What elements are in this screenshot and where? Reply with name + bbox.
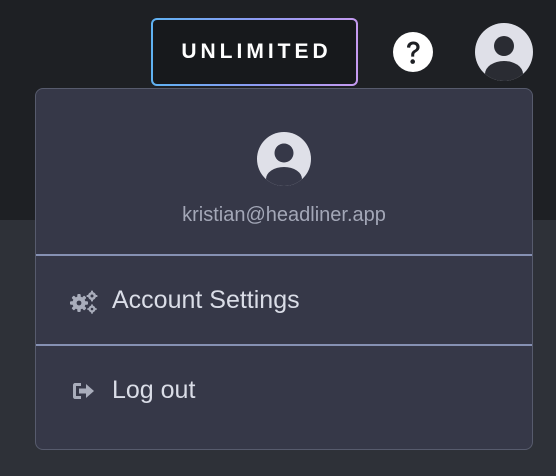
unlimited-plan-button[interactable]: UNLIMITED bbox=[151, 18, 358, 86]
help-circle-icon[interactable] bbox=[393, 32, 433, 72]
account-menu-header: kristian@headliner.app bbox=[36, 89, 532, 254]
user-avatar-icon[interactable] bbox=[474, 22, 534, 82]
gears-icon bbox=[70, 290, 98, 314]
account-email: kristian@headliner.app bbox=[182, 204, 386, 226]
log-out-label: Log out bbox=[112, 375, 196, 404]
account-settings-menu-item[interactable]: Account Settings bbox=[36, 256, 532, 344]
log-out-menu-item[interactable]: Log out bbox=[36, 346, 532, 434]
sign-out-icon bbox=[73, 383, 94, 399]
user-avatar-icon bbox=[257, 132, 311, 186]
account-settings-label: Account Settings bbox=[112, 285, 300, 314]
account-dropdown-menu: kristian@headliner.app Account Settings bbox=[35, 88, 533, 450]
unlimited-plan-label: UNLIMITED bbox=[153, 20, 356, 84]
